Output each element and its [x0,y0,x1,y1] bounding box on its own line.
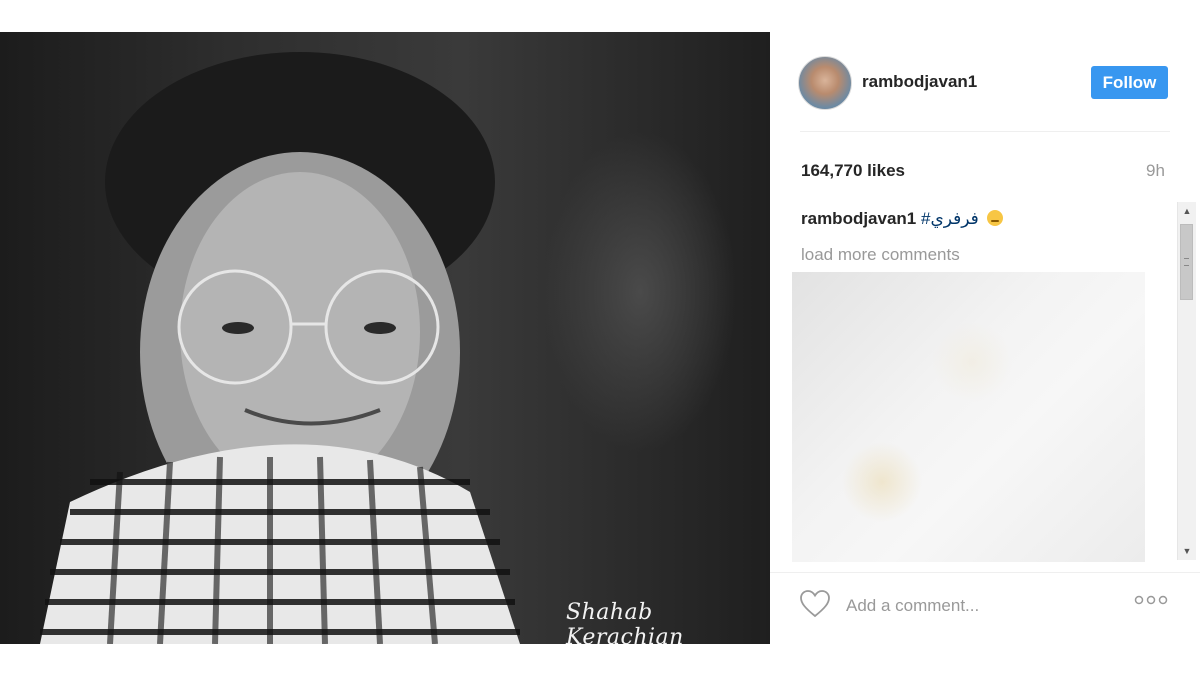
comment-input[interactable] [844,593,1108,619]
post-time[interactable]: 9h [1146,161,1165,181]
relieved-face-icon [986,210,1003,226]
post-frame: Shahab Kerachian rambodjavan1 Follow 164… [0,32,1200,644]
more-options-icon[interactable] [1134,590,1168,611]
footer-divider [770,572,1200,573]
blurred-comments-area [792,272,1145,562]
header-username[interactable]: rambodjavan1 [862,72,977,92]
post-side-panel: rambodjavan1 Follow 164,770 likes 9h ram… [770,32,1200,644]
caption-username[interactable]: rambodjavan1 [801,209,916,228]
load-more-comments-link[interactable]: load more comments [801,245,960,265]
avatar[interactable] [798,56,852,110]
comments-scrollbar[interactable]: ▲ ▼ [1177,202,1196,560]
photo-signature: Shahab Kerachian [566,600,684,644]
follow-button[interactable]: Follow [1091,66,1168,99]
post-photo[interactable]: Shahab Kerachian [0,32,770,644]
portrait-illustration [40,52,520,644]
caption: rambodjavan1 #فرفري [801,209,1003,229]
header-divider [800,131,1170,132]
caption-hashtag[interactable]: #فرفري [921,209,979,228]
scroll-up-arrow-icon[interactable]: ▲ [1178,202,1196,220]
scrollbar-thumb[interactable] [1180,224,1193,300]
heart-icon[interactable] [799,589,831,619]
likes-count[interactable]: 164,770 likes [801,161,905,181]
scroll-down-arrow-icon[interactable]: ▼ [1178,542,1196,560]
